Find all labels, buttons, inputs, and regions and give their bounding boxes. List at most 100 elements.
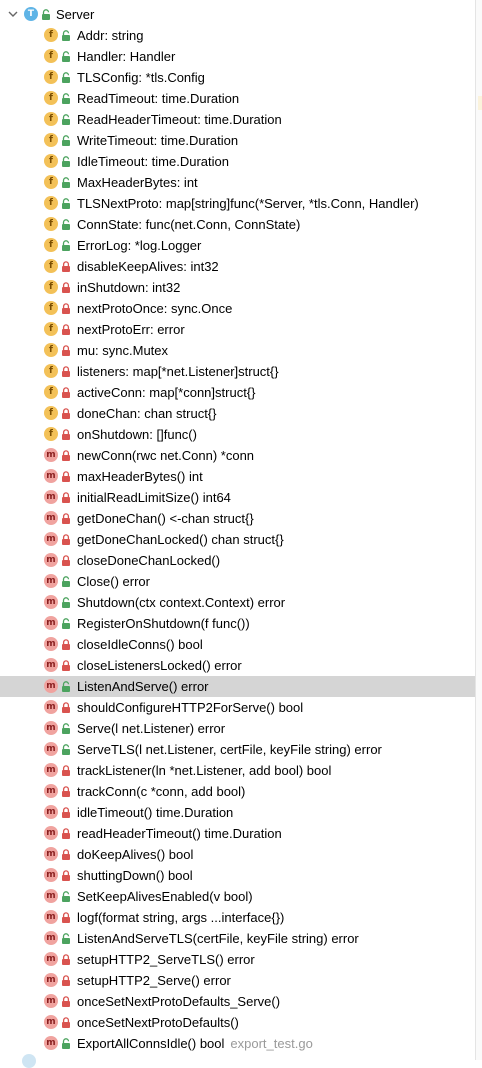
public-visibility-icon xyxy=(62,1038,70,1049)
public-visibility-icon xyxy=(62,597,70,608)
field-row-addr[interactable]: f Addr: string xyxy=(0,25,475,46)
method-row-exportallconnsidle[interactable]: m ExportAllConnsIdle() bool export_test.go xyxy=(0,1033,475,1054)
field-row-mu[interactable]: f mu: sync.Mutex xyxy=(0,340,475,361)
field-row-idletimeout[interactable]: f IdleTimeout: time.Duration xyxy=(0,151,475,172)
field-row-connstate[interactable]: f ConnState: func(net.Conn, ConnState) xyxy=(0,214,475,235)
field-row-handler[interactable]: f Handler: Handler xyxy=(0,46,475,67)
member-label: mu: sync.Mutex xyxy=(77,343,169,358)
field-row-writetimeout[interactable]: f WriteTimeout: time.Duration xyxy=(0,130,475,151)
private-visibility-icon xyxy=(62,408,70,419)
private-visibility-icon xyxy=(62,261,70,272)
member-label: closeDoneChanLocked() xyxy=(77,553,221,568)
method-row-closeidleconns[interactable]: m closeIdleConns() bool xyxy=(0,634,475,655)
public-visibility-icon xyxy=(62,618,70,629)
method-row-idletimeout[interactable]: m idleTimeout() time.Duration xyxy=(0,802,475,823)
private-visibility-icon xyxy=(62,303,70,314)
private-visibility-icon xyxy=(62,765,70,776)
public-visibility-icon xyxy=(62,219,70,230)
member-label: MaxHeaderBytes: int xyxy=(77,175,198,190)
public-visibility-icon xyxy=(62,72,70,83)
method-row-shouldconfigurehttp2forserve[interactable]: m shouldConfigureHTTP2ForServe() bool xyxy=(0,697,475,718)
method-row-serve[interactable]: m Serve(l net.Listener) error xyxy=(0,718,475,739)
method-icon: m xyxy=(44,448,58,462)
method-row-setkeepalivesenabled[interactable]: m SetKeepAlivesEnabled(v bool) xyxy=(0,886,475,907)
field-row-tlsnextproto[interactable]: f TLSNextProto: map[string]func(*Server, … xyxy=(0,193,475,214)
method-row-shutdown[interactable]: m Shutdown(ctx context.Context) error xyxy=(0,592,475,613)
field-row-nextprotoerr[interactable]: f nextProtoErr: error xyxy=(0,319,475,340)
field-icon: f xyxy=(44,175,58,189)
field-row-readtimeout[interactable]: f ReadTimeout: time.Duration xyxy=(0,88,475,109)
field-row-disablekeepalives[interactable]: f disableKeepAlives: int32 xyxy=(0,256,475,277)
method-icon: m xyxy=(44,490,58,504)
field-row-donechan[interactable]: f doneChan: chan struct{} xyxy=(0,403,475,424)
method-row-listenandserve[interactable]: m ListenAndServe() error xyxy=(0,676,475,697)
method-icon: m xyxy=(44,847,58,861)
member-label: ErrorLog: *log.Logger xyxy=(77,238,202,253)
method-row-setuphttp2_serve[interactable]: m setupHTTP2_Serve() error xyxy=(0,970,475,991)
member-label: disableKeepAlives: int32 xyxy=(77,259,219,274)
field-icon: f xyxy=(44,70,58,84)
method-row-close[interactable]: m Close() error xyxy=(0,571,475,592)
method-row-dokeepalives[interactable]: m doKeepAlives() bool xyxy=(0,844,475,865)
chevron-down-icon[interactable] xyxy=(6,7,20,21)
method-row-shuttingdown[interactable]: m shuttingDown() bool xyxy=(0,865,475,886)
method-icon: m xyxy=(44,952,58,966)
method-row-setuphttp2_servetls[interactable]: m setupHTTP2_ServeTLS() error xyxy=(0,949,475,970)
method-row-getdonechanlocked[interactable]: m getDoneChanLocked() chan struct{} xyxy=(0,529,475,550)
method-row-closelistenerslocked[interactable]: m closeListenersLocked() error xyxy=(0,655,475,676)
tree-root-server[interactable]: T Server xyxy=(0,4,475,25)
private-visibility-icon xyxy=(62,345,70,356)
type-icon: T xyxy=(24,7,38,21)
method-row-servetls[interactable]: m ServeTLS(l net.Listener, certFile, keyF… xyxy=(0,739,475,760)
member-label: newConn(rwc net.Conn) *conn xyxy=(77,448,255,463)
method-icon: m xyxy=(44,889,58,903)
field-row-inshutdown[interactable]: f inShutdown: int32 xyxy=(0,277,475,298)
field-row-onshutdown[interactable]: f onShutdown: []func() xyxy=(0,424,475,445)
member-label: ListenAndServe() error xyxy=(77,679,209,694)
field-row-maxheaderbytes[interactable]: f MaxHeaderBytes: int xyxy=(0,172,475,193)
method-row-closedonechanlocked[interactable]: m closeDoneChanLocked() xyxy=(0,550,475,571)
public-visibility-icon xyxy=(62,114,70,125)
method-row-logf[interactable]: m logf(format string, args ...interface{}… xyxy=(0,907,475,928)
private-visibility-icon xyxy=(62,324,70,335)
field-row-listeners[interactable]: f listeners: map[*net.Listener]struct{} xyxy=(0,361,475,382)
public-visibility-icon xyxy=(62,156,70,167)
field-icon: f xyxy=(44,427,58,441)
method-row-newconn[interactable]: m newConn(rwc net.Conn) *conn xyxy=(0,445,475,466)
method-row-oncesetnextprotodefaults[interactable]: m onceSetNextProtoDefaults() xyxy=(0,1012,475,1033)
member-label: trackConn(c *conn, add bool) xyxy=(77,784,246,799)
method-row-oncesetnextprotodefaults_serve[interactable]: m onceSetNextProtoDefaults_Serve() xyxy=(0,991,475,1012)
method-icon: m xyxy=(44,679,58,693)
member-label: ConnState: func(net.Conn, ConnState) xyxy=(77,217,301,232)
field-row-nextprotoonce[interactable]: f nextProtoOnce: sync.Once xyxy=(0,298,475,319)
member-label: TLSConfig: *tls.Config xyxy=(77,70,205,85)
public-visibility-icon xyxy=(62,135,70,146)
member-label: nextProtoOnce: sync.Once xyxy=(77,301,233,316)
field-icon: f xyxy=(44,301,58,315)
method-row-getdonechan[interactable]: m getDoneChan() <-chan struct{} xyxy=(0,508,475,529)
method-row-registeronshutdown[interactable]: m RegisterOnShutdown(f func()) xyxy=(0,613,475,634)
method-row-trackconn[interactable]: m trackConn(c *conn, add bool) xyxy=(0,781,475,802)
method-row-readheadertimeout[interactable]: m readHeaderTimeout() time.Duration xyxy=(0,823,475,844)
vertical-scrollbar[interactable] xyxy=(475,0,482,1060)
private-visibility-icon xyxy=(62,975,70,986)
field-row-activeconn[interactable]: f activeConn: map[*conn]struct{} xyxy=(0,382,475,403)
method-icon: m xyxy=(44,826,58,840)
private-visibility-icon xyxy=(62,828,70,839)
member-label: ListenAndServeTLS(certFile, keyFile stri… xyxy=(77,931,359,946)
method-row-tracklistener[interactable]: m trackListener(ln *net.Listener, add boo… xyxy=(0,760,475,781)
field-icon: f xyxy=(44,217,58,231)
method-row-initialreadlimitsize[interactable]: m initialReadLimitSize() int64 xyxy=(0,487,475,508)
method-row-maxheaderbytes[interactable]: m maxHeaderBytes() int xyxy=(0,466,475,487)
field-icon: f xyxy=(44,238,58,252)
private-visibility-icon xyxy=(62,786,70,797)
method-row-listenandservetls[interactable]: m ListenAndServeTLS(certFile, keyFile str… xyxy=(0,928,475,949)
field-row-readheadertimeout[interactable]: f ReadHeaderTimeout: time.Duration xyxy=(0,109,475,130)
field-row-errorlog[interactable]: f ErrorLog: *log.Logger xyxy=(0,235,475,256)
structure-tree[interactable]: T Server f Addr: string f Handler: Handler f… xyxy=(0,0,475,1060)
source-file-hint: export_test.go xyxy=(230,1036,313,1051)
public-visibility-icon xyxy=(62,51,70,62)
field-row-tlsconfig[interactable]: f TLSConfig: *tls.Config xyxy=(0,67,475,88)
method-icon: m xyxy=(44,1036,58,1050)
method-icon: m xyxy=(44,763,58,777)
